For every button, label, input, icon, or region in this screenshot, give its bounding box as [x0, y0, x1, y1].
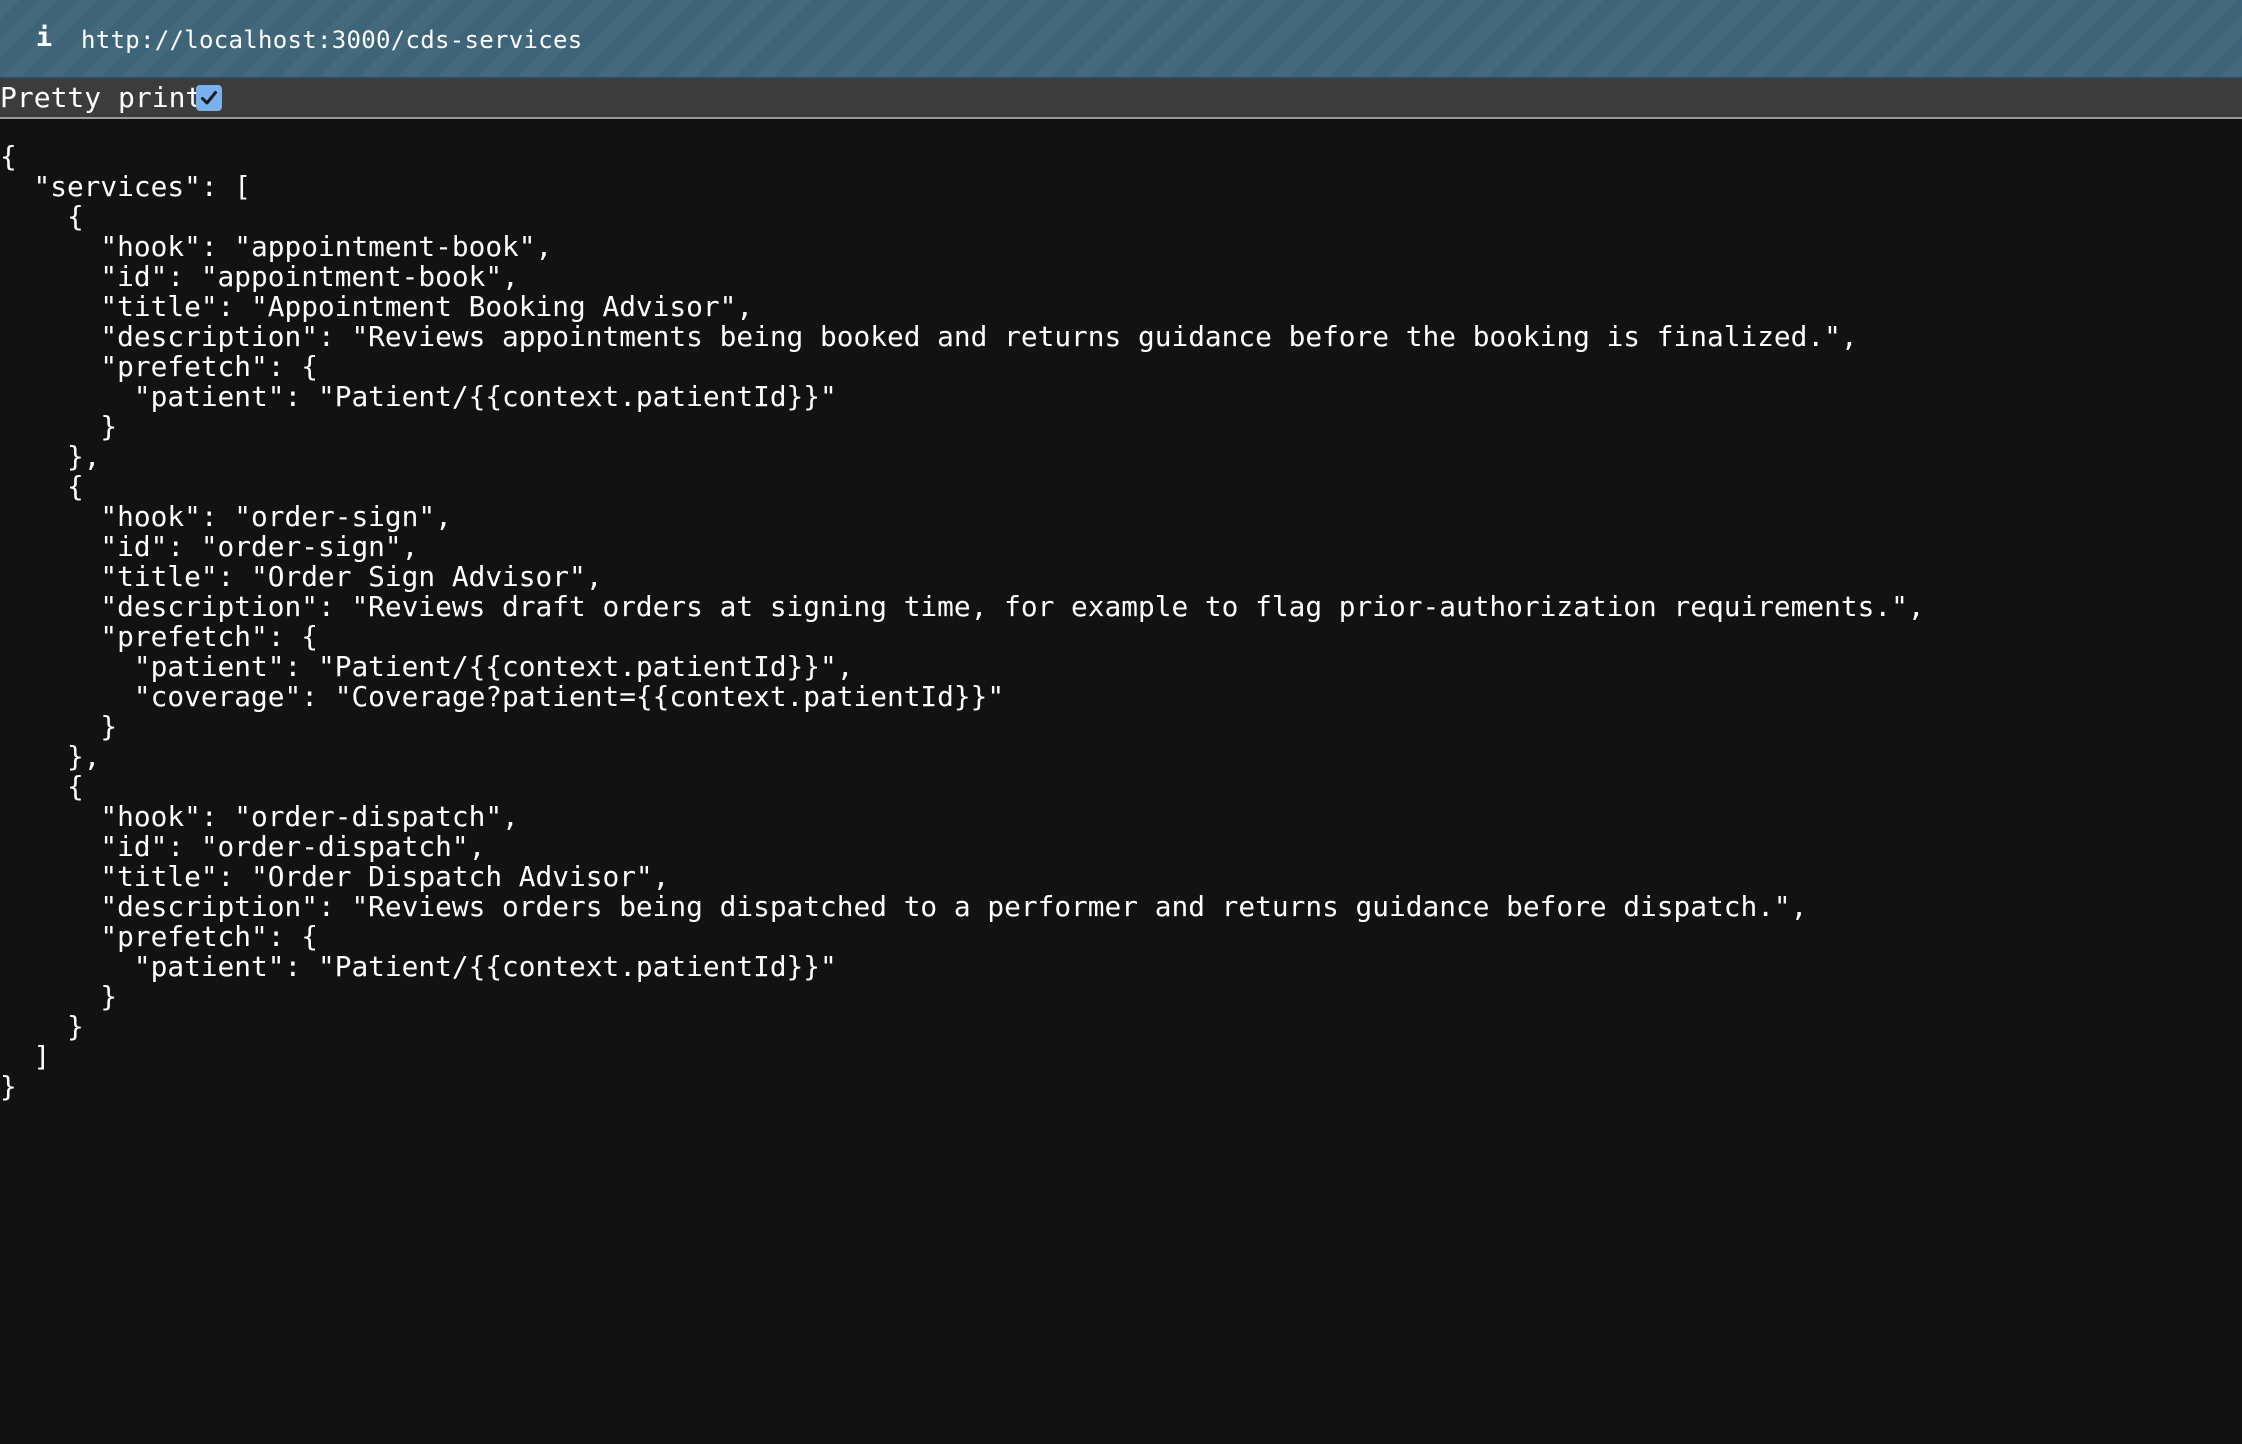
address-bar: i http://localhost:3000/cds-services — [0, 0, 2242, 79]
pretty-print-toolbar: Pretty print — [0, 79, 2242, 119]
json-response-body: { "services": [ { "hook": "appointment-b… — [0, 140, 1925, 1103]
pretty-print-checkbox[interactable] — [196, 85, 222, 111]
checkmark-icon — [201, 91, 217, 105]
info-icon[interactable]: i — [30, 18, 58, 58]
url-text[interactable]: http://localhost:3000/cds-services — [81, 20, 582, 60]
pretty-print-label[interactable]: Pretty print — [0, 79, 202, 117]
